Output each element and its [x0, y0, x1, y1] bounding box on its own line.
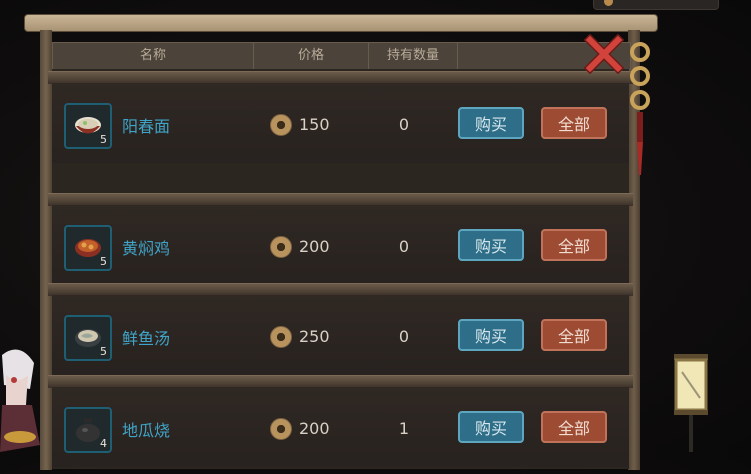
- header-price: 价格: [254, 43, 369, 69]
- coin-icon: [270, 418, 292, 440]
- buy-button[interactable]: 购买: [458, 229, 524, 261]
- coin-icon: [270, 326, 292, 348]
- close-x-icon[interactable]: [584, 34, 624, 74]
- buy-button[interactable]: 购买: [458, 319, 524, 351]
- buy-button[interactable]: 购买: [458, 411, 524, 443]
- list-item: 4 地瓜烧 200 1 购买 全部: [52, 387, 629, 467]
- buy-button[interactable]: 购买: [458, 107, 524, 139]
- header-held: 持有数量: [369, 43, 458, 69]
- list-item: 5 阳春面 150 0 购买 全部: [52, 83, 629, 163]
- buy-all-button[interactable]: 全部: [541, 411, 607, 443]
- buy-all-button[interactable]: 全部: [541, 107, 607, 139]
- item-list[interactable]: 5 阳春面 150 0 购买 全部 5 黄焖鸡 200 0 购买 全部 5 鲜鱼…: [48, 69, 633, 469]
- item-slot[interactable]: 5: [64, 315, 112, 361]
- item-name: 地瓜烧: [122, 421, 171, 440]
- item-held: 0: [398, 237, 410, 256]
- item-held: 1: [398, 419, 410, 438]
- list-item: 5 鲜鱼汤 250 0 购买 全部: [52, 295, 629, 375]
- item-name: 阳春面: [122, 117, 171, 136]
- item-count: 4: [100, 437, 107, 450]
- item-count: 5: [100, 133, 107, 146]
- shop-panel: 名称 价格 持有数量 5 阳春面 150 0 购买 全部 5 黄焖鸡 200 0…: [24, 14, 658, 474]
- coin-icon: [604, 0, 613, 6]
- item-count: 5: [100, 345, 107, 358]
- item-price: 150: [299, 115, 330, 134]
- item-count: 5: [100, 255, 107, 268]
- item-slot[interactable]: 4: [64, 407, 112, 453]
- buy-all-button[interactable]: 全部: [541, 319, 607, 351]
- item-price: 200: [299, 237, 330, 256]
- item-held: 0: [398, 327, 410, 346]
- item-name: 黄焖鸡: [122, 239, 171, 258]
- liquor-jar-icon: [76, 418, 100, 442]
- braised-chicken-icon: [75, 239, 101, 257]
- fish-soup-icon: [75, 329, 101, 347]
- item-price: 200: [299, 419, 330, 438]
- npc-character-sprite: [0, 349, 40, 452]
- lantern-decoration: [674, 354, 708, 452]
- panel-frame-top: [24, 14, 658, 32]
- coin-icon: [270, 114, 292, 136]
- list-item: 5 黄焖鸡 200 0 购买 全部: [52, 205, 629, 285]
- buy-all-button[interactable]: 全部: [541, 229, 607, 261]
- table-header: 名称 价格 持有数量: [52, 42, 631, 70]
- header-name: 名称: [53, 43, 254, 69]
- coin-icon: [270, 236, 292, 258]
- noodle-bowl-icon: [75, 117, 101, 134]
- item-held: 0: [398, 115, 410, 134]
- hanging-chain-ornament: [630, 42, 650, 175]
- item-slot[interactable]: 5: [64, 225, 112, 271]
- item-price: 250: [299, 327, 330, 346]
- item-slot[interactable]: 5: [64, 103, 112, 149]
- item-name: 鲜鱼汤: [122, 329, 171, 348]
- currency-display: [593, 0, 719, 10]
